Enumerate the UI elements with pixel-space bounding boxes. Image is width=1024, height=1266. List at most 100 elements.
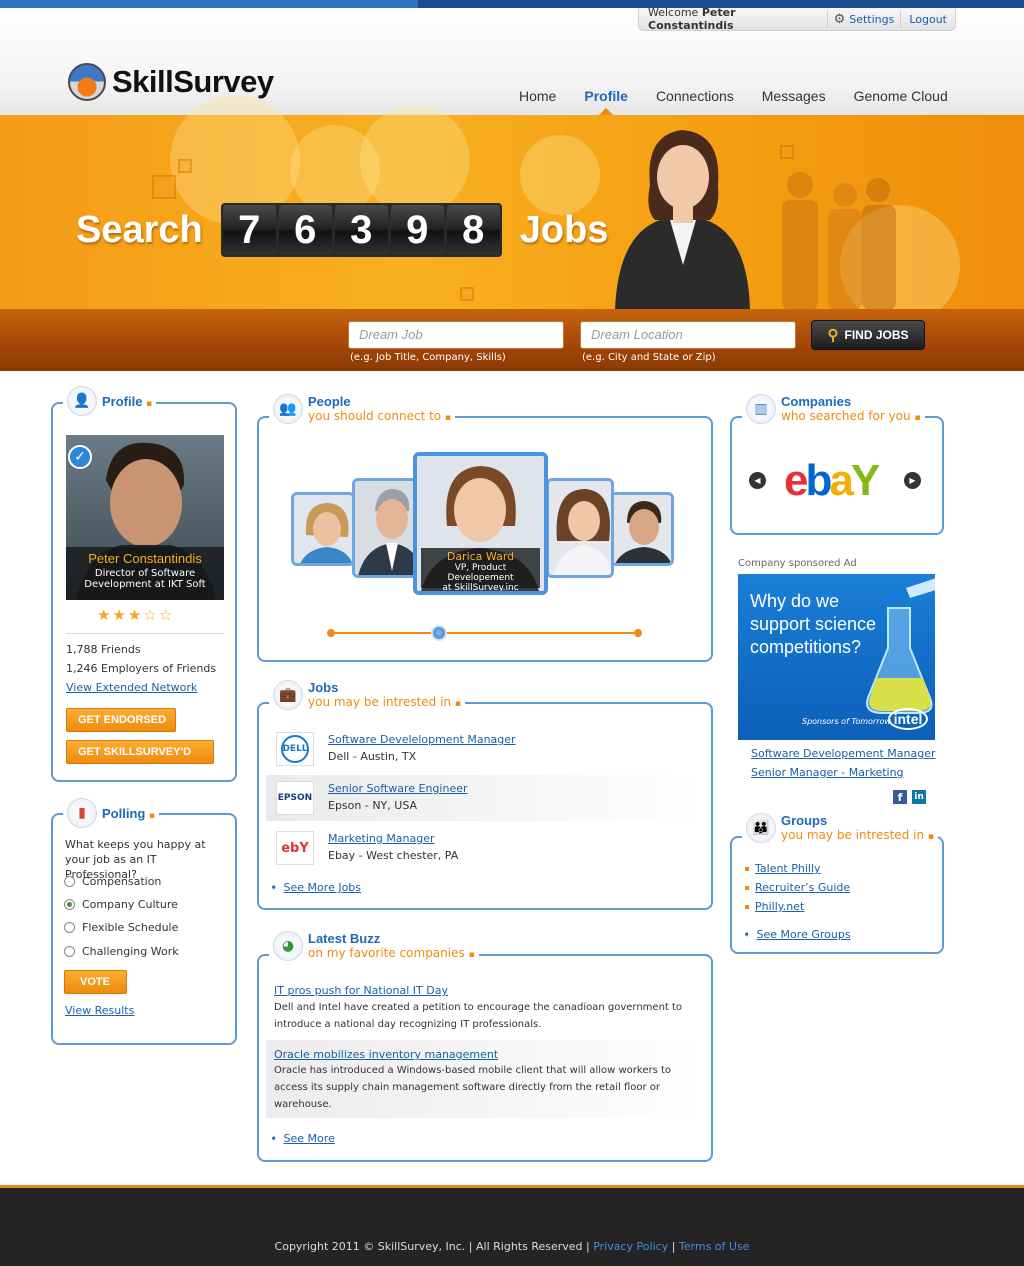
buzz-item-title[interactable]: Oracle mobilizes inventory management <box>274 1048 498 1061</box>
dream-location-input[interactable]: Dream Location <box>580 321 796 349</box>
job-title-link[interactable]: Software Develelopment Manager <box>328 733 516 746</box>
polling-header: ▮ Polling ▪ <box>63 798 159 828</box>
poll-option[interactable]: Company Culture <box>64 898 178 911</box>
user-icon: 👤 <box>67 386 97 416</box>
arrow-right-icon: ➧ <box>743 929 751 940</box>
nav-profile[interactable]: Profile <box>570 88 642 115</box>
find-jobs-button[interactable]: ⚲ FIND JOBS <box>811 320 925 350</box>
profile-photo: ✓ Peter Constantindis Director of Softwa… <box>66 435 224 600</box>
view-results-link[interactable]: View Results <box>65 1004 134 1017</box>
poll-option[interactable]: Flexible Schedule <box>64 921 178 934</box>
poll-option[interactable]: Compensation <box>64 875 161 888</box>
jobs-subtitle: you may be intrested in <box>308 695 452 709</box>
person-card[interactable] <box>291 492 355 566</box>
groups-title: Groups <box>781 813 828 828</box>
bar-chart-icon: ▮ <box>67 798 97 828</box>
buzz-item-body: access its supply chain management softw… <box>274 1082 661 1093</box>
vote-button[interactable]: VOTE <box>64 970 127 994</box>
star-filled-icon: ★ <box>112 606 128 624</box>
group-item[interactable]: Talent Philly <box>745 862 821 875</box>
see-more-buzz-link[interactable]: ➧ See More <box>270 1132 335 1145</box>
ad-label: Company sponsored Ad <box>738 558 857 569</box>
terms-of-use-link[interactable]: Terms of Use <box>679 1240 750 1253</box>
person-card[interactable] <box>546 478 614 578</box>
people-icon: 👥 <box>273 394 303 424</box>
business-people-image <box>782 172 896 310</box>
job-item: DELL Software Develelopment Manager Dell… <box>266 726 706 772</box>
profile-company: Development at IKT Soft <box>84 579 206 590</box>
linkedin-icon[interactable]: in <box>912 790 926 804</box>
job-detail: Dell - Austin, TX <box>328 750 417 763</box>
buzz-subtitle: on my favorite companies <box>308 946 465 960</box>
job-detail: Ebay - West chester, PA <box>328 849 459 862</box>
companies-header: ▥ Companies who searched for you ▪ <box>742 394 925 426</box>
job-title-link[interactable]: Marketing Manager <box>328 832 435 845</box>
buzz-item-title[interactable]: IT pros push for National IT Day <box>274 984 448 997</box>
star-empty-icon: ☆ <box>143 606 159 624</box>
companies-panel: ◀ ebaY ▶ <box>730 416 944 535</box>
group-item[interactable]: Philly.net <box>745 900 804 913</box>
person-card[interactable] <box>352 478 422 578</box>
job-title-link[interactable]: Senior Software Engineer <box>328 782 468 795</box>
settings-link[interactable]: ⚙ Settings <box>828 12 901 27</box>
buzz-header: ◕ Latest Buzz on my favorite companies ▪ <box>269 931 479 963</box>
dell-logo: DELL <box>276 732 314 766</box>
job-item: ebY Marketing Manager Ebay - West cheste… <box>266 825 706 871</box>
group-item[interactable]: Recruiter’s Guide <box>745 881 850 894</box>
nav-genome-cloud[interactable]: Genome Cloud <box>840 88 962 104</box>
star-empty-icon: ☆ <box>158 606 175 624</box>
buzz-item-body: Oracle has introduced a Windows-based mo… <box>274 1065 672 1076</box>
friends-count: 1,788 Friends <box>66 643 141 656</box>
star-filled-icon: ★ <box>127 606 144 624</box>
hero-banner: Search 7 6 3 9 8 Jobs <box>0 95 1024 325</box>
companies-title: Companies <box>781 394 852 409</box>
get-skillsurveyd-button[interactable]: GET SKILLSURVEY'D <box>66 740 214 764</box>
privacy-policy-link[interactable]: Privacy Policy <box>593 1240 668 1253</box>
arrow-right-icon: ➧ <box>270 1133 278 1144</box>
see-more-groups-link[interactable]: ➧ See More Groups <box>743 928 851 941</box>
intel-ad-banner[interactable]: Why do we support science competitions? … <box>738 574 935 740</box>
count-digit: 9 <box>390 205 444 255</box>
count-digit: 8 <box>446 205 500 255</box>
businesswoman-image <box>615 130 750 310</box>
job-item: EPSON Senior Software Engineer Epson - N… <box>266 775 706 821</box>
nav-home[interactable]: Home <box>505 88 570 104</box>
view-network-link[interactable]: View Extended Network <box>66 681 197 694</box>
main-nav: Home Profile Connections Messages Genome… <box>505 88 962 115</box>
logout-link[interactable]: Logout <box>901 13 955 26</box>
group-icon: 👪 <box>746 813 776 843</box>
top-accent-bar <box>0 0 1024 8</box>
profile-panel: ✓ Peter Constantindis Director of Softwa… <box>51 402 237 782</box>
profile-rating: ★★★☆☆ <box>97 606 174 624</box>
featured-person-card[interactable]: Darica Ward VP, Product Developement at … <box>413 452 548 595</box>
verified-badge-icon: ✓ <box>68 445 92 469</box>
buzz-item-body: warehouse. <box>274 1099 332 1110</box>
facebook-icon[interactable]: f <box>893 790 907 804</box>
count-digit: 3 <box>334 205 388 255</box>
previous-arrow-icon[interactable]: ◀ <box>749 472 766 489</box>
epson-logo: EPSON <box>276 781 314 815</box>
carousel-slider-handle[interactable] <box>431 625 447 641</box>
get-endorsed-button[interactable]: GET ENDORSED <box>66 708 176 732</box>
carousel-slider-track[interactable] <box>330 632 638 634</box>
profile-header: 👤 Profile ▪ <box>63 386 157 416</box>
company-logo-ebay[interactable]: ebaY <box>784 456 880 506</box>
ad-job-link[interactable]: Senior Manager - Marketing <box>751 766 904 779</box>
dream-location-hint: (e.g. City and State or Zip) <box>582 352 716 363</box>
groups-subtitle: you may be intrested in <box>781 828 925 842</box>
count-digit: 7 <box>222 205 276 255</box>
ad-job-link[interactable]: Software Developement Manager <box>751 747 936 760</box>
next-arrow-icon[interactable]: ▶ <box>904 472 921 489</box>
chat-bubble-icon: ◕ <box>273 931 303 961</box>
groups-header: 👪 Groups you may be intrested in ▪ <box>742 813 938 845</box>
dream-job-input[interactable]: Dream Job <box>348 321 564 349</box>
slider-start-marker <box>327 629 335 637</box>
see-more-jobs-link[interactable]: ➧ See More Jobs <box>270 881 361 894</box>
job-detail: Epson - NY, USA <box>328 799 418 812</box>
profile-title: Profile <box>102 394 143 409</box>
poll-option[interactable]: Challenging Work <box>64 945 179 958</box>
nav-messages[interactable]: Messages <box>748 88 840 104</box>
person-card[interactable] <box>606 492 674 566</box>
nav-connections[interactable]: Connections <box>642 88 748 104</box>
copyright-text: Copyright 2011 © SkillSurvey, Inc. | All… <box>274 1240 590 1253</box>
